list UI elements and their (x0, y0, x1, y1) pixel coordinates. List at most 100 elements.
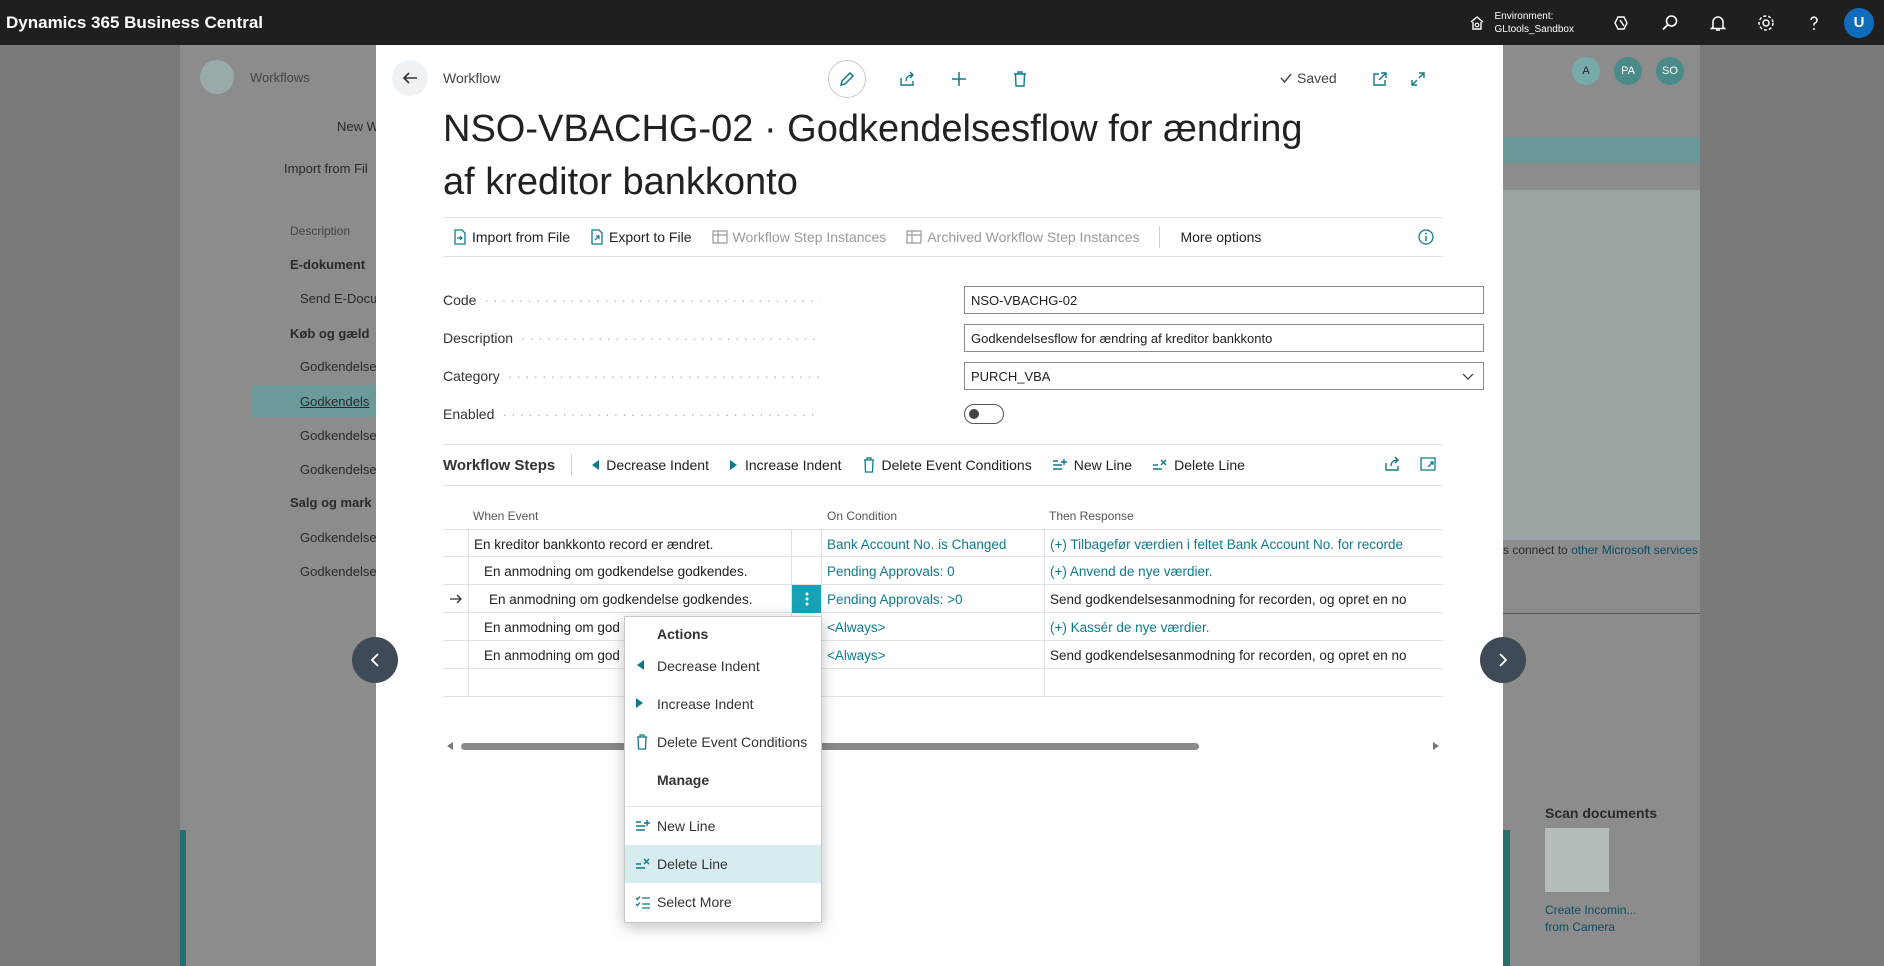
table-row[interactable]: En anmodning om god <Always> (+) Kassér … (443, 613, 1443, 641)
saved-status: Saved (1279, 70, 1337, 86)
select-more-icon (635, 896, 650, 909)
column-header-response[interactable]: Then Response (1049, 503, 1134, 529)
column-header-event[interactable]: When Event (473, 503, 538, 529)
background-breadcrumb: Workflows (250, 70, 310, 85)
scrollbar-thumb[interactable] (461, 743, 1199, 750)
table-icon (906, 230, 922, 244)
background-avatars: A PA SO (1572, 57, 1684, 85)
bell-icon[interactable] (1694, 0, 1742, 45)
workflow-step-instances-button[interactable]: Workflow Step Instances (702, 217, 897, 257)
condition-cell[interactable]: Pending Approvals: >0 (822, 585, 1045, 613)
chevron-right-icon (1499, 653, 1508, 667)
enabled-label: Enabled (443, 406, 820, 422)
delete-line-label: Delete Line (1174, 457, 1245, 473)
pencil-icon (839, 71, 855, 87)
delete-event-conditions-button[interactable]: Delete Event Conditions (852, 457, 1042, 473)
table-row[interactable]: En anmodning om god <Always> Send godken… (443, 641, 1443, 669)
delete-button[interactable] (1001, 60, 1039, 98)
decrease-indent-label: Decrease Indent (606, 457, 709, 473)
condition-cell[interactable]: Pending Approvals: 0 (822, 557, 1045, 585)
saved-label: Saved (1297, 70, 1337, 86)
current-row-arrow-icon (443, 585, 469, 613)
archived-workflow-step-instances-button[interactable]: Archived Workflow Step Instances (896, 217, 1149, 257)
condition-cell[interactable]: Bank Account No. is Changed (822, 530, 1045, 558)
previous-button[interactable] (352, 637, 398, 683)
camera-icon (1545, 828, 1609, 892)
description-input[interactable]: Godkendelsesflow for ændring af kreditor… (964, 324, 1484, 352)
scroll-left-icon[interactable] (446, 741, 454, 751)
response-cell[interactable]: Send godkendelsesanmodning for recorden,… (1045, 641, 1443, 669)
app-title[interactable]: Dynamics 365 Business Central (0, 13, 263, 33)
menu-item-label: Increase Indent (657, 696, 754, 712)
environment-indicator[interactable]: Environment: GLtools_Sandbox (1468, 10, 1574, 36)
open-new-window-button[interactable] (1361, 60, 1399, 98)
breadcrumb: Workflow (443, 70, 501, 86)
background-column-header: Description (290, 224, 351, 238)
copilot-icon[interactable] (1598, 0, 1646, 45)
enabled-toggle[interactable] (964, 404, 1004, 424)
row-context-menu: Actions Decrease Indent Increase Indent … (624, 616, 822, 923)
increase-indent-label: Increase Indent (744, 457, 842, 473)
category-field: Category PURCH_VBA (443, 361, 1484, 391)
user-avatar[interactable]: U (1844, 7, 1874, 38)
menu-item-decrease-indent[interactable]: Decrease Indent (625, 647, 821, 685)
column-header-condition[interactable]: On Condition (827, 503, 897, 529)
open-in-new-icon[interactable] (1419, 455, 1437, 473)
check-icon (1280, 73, 1292, 84)
back-button[interactable] (392, 60, 428, 96)
event-cell[interactable]: En kreditor bankkonto record er ændret. (469, 530, 792, 558)
export-to-file-button[interactable]: Export to File (580, 217, 701, 257)
more-options-button[interactable]: More options (1170, 217, 1271, 257)
menu-item-delete-line[interactable]: Delete Line (625, 845, 821, 883)
menu-item-delete-event-conditions[interactable]: Delete Event Conditions (625, 723, 821, 761)
scroll-right-icon[interactable] (1432, 741, 1440, 751)
condition-cell[interactable]: <Always> (822, 641, 1045, 669)
menu-item-select-more[interactable]: Select More (625, 883, 821, 921)
edit-button[interactable] (828, 60, 866, 98)
category-select[interactable]: PURCH_VBA (964, 362, 1484, 390)
table-row[interactable] (443, 669, 1443, 697)
export-to-file-label: Export to File (609, 229, 692, 245)
menu-item-new-line[interactable]: New Line (625, 807, 821, 845)
import-from-file-label: Import from File (472, 229, 571, 245)
info-button[interactable] (1417, 228, 1435, 249)
expand-icon (1411, 72, 1425, 86)
triangle-left-icon (592, 460, 600, 470)
next-button[interactable] (1480, 637, 1526, 683)
background-new-button: New W (337, 119, 379, 134)
import-from-file-button[interactable]: Import from File (443, 217, 580, 257)
response-cell[interactable]: Send godkendelsesanmodning for recorden,… (1045, 585, 1443, 613)
row-actions-button[interactable] (792, 585, 822, 613)
delete-line-button[interactable]: Delete Line (1142, 457, 1255, 473)
share-button[interactable] (888, 60, 926, 98)
response-cell[interactable]: (+) Anvend de nye værdier. (1045, 557, 1443, 585)
decrease-indent-button[interactable]: Decrease Indent (580, 457, 719, 473)
event-cell[interactable]: En anmodning om godkendelse godkendes. (469, 557, 792, 585)
top-bar: Dynamics 365 Business Central Environmen… (0, 0, 1884, 45)
background-row: Godkendelse (300, 530, 377, 545)
new-button[interactable] (940, 60, 978, 98)
new-line-button[interactable]: New Line (1042, 457, 1142, 473)
code-input[interactable]: NSO-VBACHG-02 (964, 286, 1484, 314)
menu-item-label: Delete Event Conditions (657, 734, 808, 750)
condition-cell[interactable]: <Always> (822, 613, 1045, 641)
table-row[interactable]: En anmodning om godkendelse godkendes. P… (443, 585, 1443, 613)
expand-button[interactable] (1399, 60, 1437, 98)
gear-icon[interactable] (1742, 0, 1790, 45)
increase-indent-button[interactable]: Increase Indent (719, 457, 852, 473)
divider (1159, 226, 1161, 248)
delete-line-icon (1153, 459, 1167, 470)
new-line-icon (1052, 459, 1067, 470)
response-cell[interactable]: (+) Kassér de nye værdier. (1045, 613, 1443, 641)
category-label: Category (443, 368, 820, 384)
horizontal-scrollbar[interactable] (443, 739, 1443, 753)
menu-item-increase-indent[interactable]: Increase Indent (625, 685, 821, 723)
response-cell[interactable]: (+) Tilbagefør værdien i feltet Bank Acc… (1045, 530, 1443, 558)
search-icon[interactable] (1646, 0, 1694, 45)
table-row[interactable]: En anmodning om godkendelse godkendes. P… (443, 557, 1443, 585)
share-icon[interactable] (1383, 455, 1401, 473)
table-row[interactable]: En kreditor bankkonto record er ændret. … (443, 529, 1443, 558)
help-icon[interactable] (1790, 0, 1838, 45)
event-cell[interactable]: En anmodning om godkendelse godkendes. (469, 585, 792, 613)
export-file-icon (591, 229, 603, 245)
